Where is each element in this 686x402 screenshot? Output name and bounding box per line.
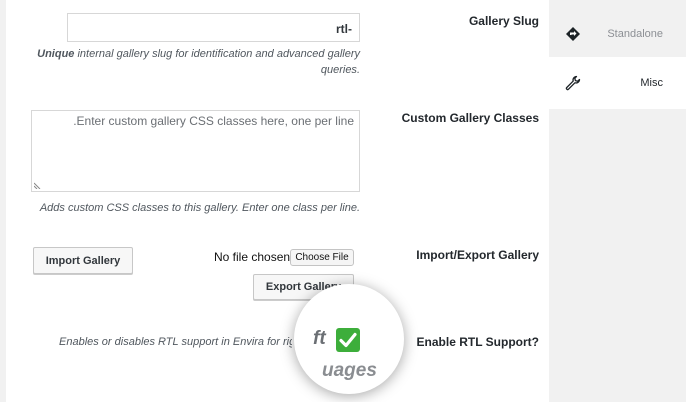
gallery-slug-label: Gallery Slug: [468, 14, 539, 28]
gallery-slug-value: rtl-: [336, 22, 352, 36]
choose-file-button[interactable]: Choose File: [290, 249, 354, 266]
tab-misc[interactable]: Misc: [549, 57, 686, 109]
import-gallery-button[interactable]: Import Gallery: [33, 247, 133, 274]
rtl-support-description: Enables or disables RTL support in Envir…: [59, 336, 292, 348]
checkmark-icon: [339, 332, 357, 348]
tab-standalone[interactable]: Standalone: [549, 8, 686, 60]
gallery-slug-input[interactable]: rtl-: [67, 13, 360, 42]
gallery-slug-description: Unique internal gallery slug for identif…: [26, 46, 360, 78]
custom-classes-description: .Adds custom CSS classes to this gallery…: [39, 202, 360, 214]
file-status-text: No file chosen: [214, 250, 291, 264]
custom-classes-label: Custom Gallery Classes: [401, 111, 539, 125]
rtl-support-label: ?Enable RTL Support: [416, 335, 539, 349]
gallery-slug-description-line2: .queries: [320, 64, 360, 76]
import-export-label: Import/Export Gallery: [416, 248, 539, 262]
rtl-support-checkbox[interactable]: [336, 328, 360, 352]
wrench-icon: [565, 75, 581, 91]
diamond-arrow-icon: [566, 27, 580, 41]
settings-panel: Gallery Slug rtl- Unique internal galler…: [6, 0, 549, 402]
tab-standalone-label: Standalone: [607, 28, 663, 40]
resize-handle-icon[interactable]: [34, 181, 42, 189]
custom-classes-placeholder: .Enter custom gallery CSS classes here, …: [73, 114, 354, 128]
gallery-slug-description-bold: Unique: [37, 48, 75, 60]
tab-misc-label: Misc: [640, 77, 663, 89]
gallery-slug-description-line1: internal gallery slug for identification…: [77, 48, 360, 60]
settings-sidebar: Standalone Misc: [549, 0, 686, 402]
magnifier-text-top: ft: [313, 328, 326, 349]
custom-classes-textarea[interactable]: .Enter custom gallery CSS classes here, …: [31, 110, 360, 192]
magnifier-callout: ft uages: [294, 284, 404, 394]
magnifier-text-bottom: uages: [322, 360, 377, 381]
